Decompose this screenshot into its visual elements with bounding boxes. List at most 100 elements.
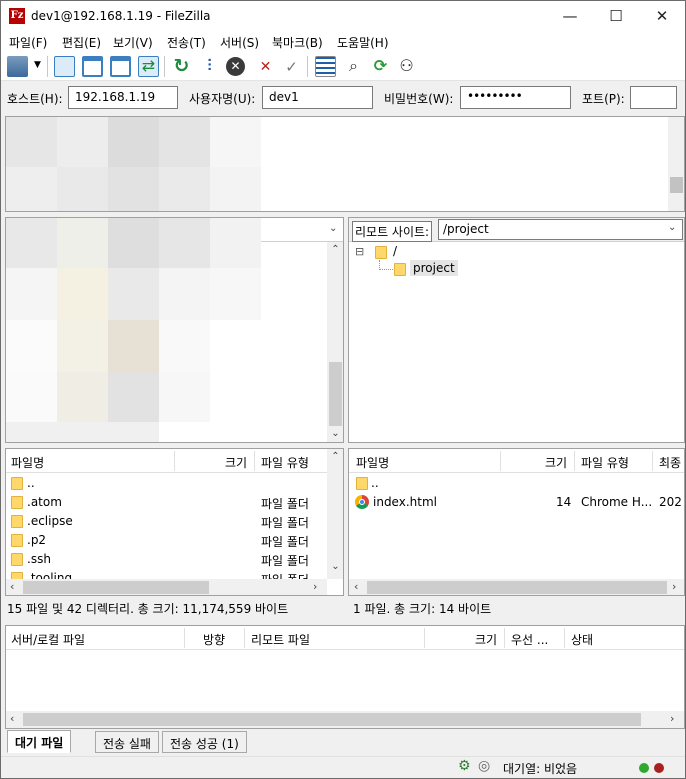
file-name: .p2 — [27, 533, 47, 547]
collapse-icon[interactable]: ⊟ — [355, 245, 364, 258]
queue-hscroll-thumb[interactable] — [23, 713, 641, 726]
local-file-list: ˆ 파일명 크기 파일 유형 .. .atom 파일 폴더 .eclipse 파… — [5, 448, 344, 596]
list-item[interactable]: .ssh 파일 폴더 — [6, 550, 326, 569]
menu-file[interactable]: 파일(F) — [9, 34, 47, 51]
toggle-remote-tree-icon[interactable] — [110, 56, 131, 77]
remote-hscroll-thumb[interactable] — [367, 581, 667, 594]
password-input[interactable]: ••••••••• — [460, 86, 571, 109]
directory-filter-icon[interactable] — [315, 56, 336, 77]
speed-limit-icon[interactable]: ⚙ — [458, 758, 471, 774]
host-input[interactable]: 192.168.1.19 — [68, 86, 178, 109]
col-server-local-file[interactable]: 서버/로컬 파일 — [11, 631, 85, 648]
site-manager-icon[interactable] — [7, 56, 28, 77]
folder-icon — [11, 553, 23, 566]
scroll-down-icon[interactable]: ⌄ — [327, 561, 343, 572]
col-size[interactable]: 크기 — [475, 631, 497, 648]
scroll-down-icon[interactable]: ⌄ — [327, 428, 343, 439]
file-name: .atom — [27, 495, 62, 509]
col-status[interactable]: 상태 — [571, 631, 593, 648]
col-priority[interactable]: 우선 ... — [511, 631, 548, 648]
folder-icon — [375, 246, 387, 259]
menu-bookmarks[interactable]: 북마크(B) — [272, 34, 323, 51]
list-item[interactable]: index.html 14 Chrome H... 202 — [349, 493, 684, 512]
menu-edit[interactable]: 편집(E) — [62, 34, 101, 51]
window-title: dev1@192.168.1.19 - FileZilla — [31, 9, 211, 23]
network-config-icon[interactable]: ◎ — [478, 758, 490, 774]
sort-asc-icon: ˆ — [421, 448, 426, 456]
tab-queued-files[interactable]: 대기 파일 — [7, 730, 72, 753]
queue-hscroll[interactable]: ‹ › — [6, 711, 684, 728]
remote-file-list: ˆ 파일명 크기 파일 유형 최종 .. index.html 14 Chrom… — [348, 448, 685, 596]
toolbar-separator — [164, 56, 165, 77]
chevron-down-icon[interactable]: ⌄ — [668, 222, 676, 233]
transfer-queue: 서버/로컬 파일 방향 리모트 파일 크기 우선 ... 상태 ‹ › — [5, 625, 685, 729]
scroll-up-icon[interactable]: ⌃ — [327, 451, 343, 462]
toggle-queue-icon[interactable]: ⇄ — [138, 56, 159, 77]
maximize-button[interactable]: ☐ — [593, 1, 639, 32]
file-name: .ssh — [27, 552, 51, 566]
toggle-local-tree-icon[interactable] — [82, 56, 103, 77]
col-size[interactable]: 크기 — [225, 454, 247, 471]
scroll-right-icon[interactable]: › — [670, 712, 674, 725]
col-direction[interactable]: 방향 — [203, 631, 225, 648]
find-files-icon[interactable]: ⚇ — [396, 56, 417, 77]
menu-view[interactable]: 보기(V) — [113, 34, 153, 51]
col-size[interactable]: 크기 — [545, 454, 567, 471]
list-item[interactable]: .p2 파일 폴더 — [6, 531, 326, 550]
menu-server[interactable]: 서버(S) — [220, 34, 259, 51]
file-modified: 202 — [659, 495, 682, 509]
remote-path-combo[interactable]: /project ⌄ — [438, 219, 683, 240]
remote-list-hscroll[interactable]: ‹ › — [349, 579, 684, 595]
folder-icon — [394, 263, 406, 276]
scroll-left-icon[interactable]: ‹ — [354, 580, 358, 593]
tree-item-root[interactable]: / — [393, 244, 397, 258]
local-list-header: ˆ 파일명 크기 파일 유형 — [6, 449, 327, 473]
local-tree-scrollbar[interactable]: ⌃ ⌄ — [327, 242, 343, 442]
scroll-up-icon[interactable]: ⌃ — [327, 244, 343, 255]
scroll-left-icon[interactable]: ‹ — [10, 712, 14, 725]
disconnect-icon[interactable]: ✕ — [255, 56, 276, 77]
scroll-right-icon[interactable]: › — [313, 580, 317, 593]
local-list-hscroll[interactable]: ‹ › — [6, 579, 327, 595]
cancel-icon[interactable]: ✕ — [226, 57, 245, 76]
col-filetype[interactable]: 파일 유형 — [581, 454, 629, 471]
refresh-icon[interactable]: ↻ — [171, 56, 192, 77]
scroll-left-icon[interactable]: ‹ — [10, 580, 14, 593]
dropdown-icon[interactable]: ▼ — [34, 60, 41, 70]
menu-transfer[interactable]: 전송(T) — [167, 34, 206, 51]
remote-site-bar: 리모트 사이트: /project ⌄ — [349, 218, 684, 242]
list-item[interactable]: .atom 파일 폴더 — [6, 493, 326, 512]
log-scroll-thumb[interactable] — [670, 177, 683, 193]
title-bar: Fz dev1@192.168.1.19 - FileZilla — ☐ ✕ — [1, 1, 685, 32]
log-scrollbar[interactable] — [668, 117, 684, 211]
sync-browse-icon[interactable]: ⟳ — [370, 56, 391, 77]
reconnect-icon[interactable]: ✓ — [281, 56, 302, 77]
toggle-log-icon[interactable] — [54, 56, 75, 77]
close-button[interactable]: ✕ — [639, 1, 685, 32]
col-modified[interactable]: 최종 — [659, 454, 681, 471]
toolbar: ▼ ⇄ ↻ ⫶ ✕ ✕ ✓ ⌕ ⟳ ⚇ — [1, 52, 685, 81]
message-log — [5, 116, 685, 212]
local-list-vscroll[interactable]: ⌃ ⌄ — [327, 449, 343, 579]
username-input[interactable]: dev1 — [262, 86, 373, 109]
receive-led-icon — [654, 763, 664, 773]
local-tree-scroll-thumb[interactable] — [329, 362, 342, 426]
scroll-right-icon[interactable]: › — [672, 580, 676, 593]
col-filetype[interactable]: 파일 유형 — [261, 454, 309, 471]
process-queue-icon[interactable]: ⫶ — [199, 56, 220, 77]
file-name: .. — [27, 476, 35, 490]
menu-help[interactable]: 도움말(H) — [337, 34, 389, 51]
minimize-button[interactable]: — — [547, 1, 593, 32]
search-icon[interactable]: ⌕ — [343, 56, 364, 77]
list-item[interactable]: .eclipse 파일 폴더 — [6, 512, 326, 531]
col-remote-file[interactable]: 리모트 파일 — [251, 631, 310, 648]
local-hscroll-thumb[interactable] — [23, 581, 209, 594]
file-type: 파일 폴더 — [261, 554, 309, 568]
chevron-down-icon[interactable]: ⌄ — [329, 223, 337, 234]
col-filename[interactable]: 파일명 — [356, 454, 389, 471]
tab-successful-transfers[interactable]: 전송 성공 (1) — [162, 731, 247, 753]
tree-item-project[interactable]: project — [410, 260, 458, 276]
port-input[interactable] — [630, 86, 677, 109]
col-filename[interactable]: 파일명 — [11, 454, 44, 471]
tab-failed-transfers[interactable]: 전송 실패 — [95, 731, 159, 753]
